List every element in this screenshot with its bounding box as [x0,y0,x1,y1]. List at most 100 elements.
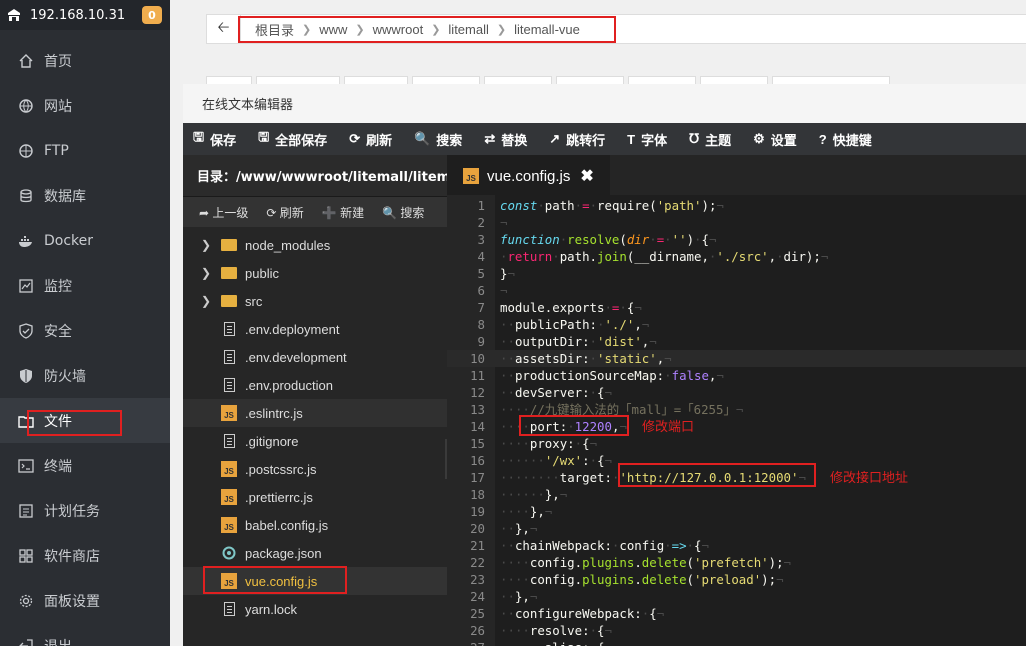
sidebar-item-label: 首页 [44,53,72,70]
code-line[interactable]: 21 ··chainWebpack:·config·=>·{¬ [447,537,1026,554]
sidebar-item-label: 监控 [44,278,72,295]
file-action-1[interactable]: ⟳ 刷新 [266,204,303,221]
code-line[interactable]: 9 ··outputDir:·'dist',¬ [447,333,1026,350]
port-annotation: 修改端口 [642,420,695,435]
line-code: ····},¬ [500,504,553,519]
sidebar-item-label: 软件商店 [44,548,100,565]
file-list-item[interactable]: .env.production [183,371,447,399]
code-line[interactable]: 6 ¬ [447,282,1026,299]
sidebar-item-2[interactable]: FTP [0,128,170,173]
folder-icon [221,265,237,281]
sidebar-item-9[interactable]: 终端 [0,443,170,488]
sidebar-item-label: Docker [44,232,94,249]
file-name: .eslintrc.js [245,405,303,421]
replace-icon: ⇄ [484,131,496,146]
file-action-0[interactable]: ➦ 上一级 [199,204,248,221]
code-line[interactable]: 20 ··},¬ [447,520,1026,537]
file-action-2[interactable]: ➕ 新建 [322,204,364,221]
sidebar-item-12[interactable]: 面板设置 [0,578,170,623]
expand-arrow-icon[interactable]: ❯ [201,294,215,308]
code-line[interactable]: 19 ····},¬ [447,503,1026,520]
line-number: 6 [477,283,485,298]
sidebar-header: 192.168.10.31 0 [0,0,170,30]
toolbar-button-font[interactable]: T 字体 [627,130,667,149]
code-line[interactable]: 7 module.exports·=·{¬ [447,299,1026,316]
code-line[interactable]: 27 ······alias:·{¬ [447,639,1026,646]
file-list-item[interactable]: .env.development [183,343,447,371]
code-line[interactable]: 23 ····config.plugins.delete('preload');¬ [447,571,1026,588]
up-arrow-icon: ➦ [199,205,213,220]
code-line[interactable]: 26 ····resolve:·{¬ [447,622,1026,639]
code-line[interactable]: 2 ¬ [447,214,1026,231]
code-line[interactable]: 12 ··devServer:·{¬ [447,384,1026,401]
settings-icon: ⚙ [753,131,765,146]
code-line[interactable]: 8 ··publicPath:·'./',¬ [447,316,1026,333]
toolbar-button-shortcut[interactable]: ? 快捷键 [819,130,872,149]
code-line[interactable]: 10 ··assetsDir:·'static',¬ [447,350,1026,367]
file-list-item[interactable]: ❯ src [183,287,447,315]
code-line[interactable]: 25 ··configureWebpack:·{¬ [447,605,1026,622]
sidebar-item-6[interactable]: 安全 [0,308,170,353]
file-list-item[interactable]: yarn.lock [183,595,447,623]
breadcrumb-highlight [238,16,616,43]
toolbar-button-save[interactable]: 🖫 保存 [193,128,236,150]
home-icon [18,53,34,69]
line-number: 17 [470,470,485,485]
file-list-item[interactable]: ❯ node_modules [183,231,447,259]
sidebar-item-1[interactable]: 网站 [0,83,170,128]
file-action-3[interactable]: 🔍 搜索 [382,204,424,221]
line-code: }¬ [500,266,515,281]
code-line[interactable]: 22 ····config.plugins.delete('prefetch');… [447,554,1026,571]
file-list-item[interactable]: .env.deployment [183,315,447,343]
sidebar-item-4[interactable]: Docker [0,218,170,263]
file-list-item[interactable]: package.json [183,539,447,567]
code-line[interactable]: 15 ····proxy:·{¬ [447,435,1026,452]
sidebar-item-13[interactable]: 退出 [0,623,170,646]
file-name: .prettierrc.js [245,489,313,505]
notification-badge[interactable]: 0 [142,6,162,24]
online-text-editor: 在线文本编辑器 🖫 保存 🖫 全部保存 ⟳ 刷新 🔍 搜索 ⇄ 替换 ↗ 跳转行 T 字体 ℧ 主题 ⚙ 设置? 快… [183,84,1026,646]
toolbar-button-save-all[interactable]: 🖫 全部保存 [258,128,327,150]
close-tab-icon[interactable]: ✖ [580,166,593,186]
toolbar-button-settings[interactable]: ⚙ 设置 [753,130,797,149]
code-line[interactable]: 11 ··productionSourceMap:·false,¬ [447,367,1026,384]
file-name: package.json [245,545,322,561]
sidebar-item-10[interactable]: 计划任务 [0,488,170,533]
file-name: babel.config.js [245,517,329,533]
line-code: ··devServer:·{¬ [500,385,612,400]
code-line[interactable]: 5}¬ [447,265,1026,282]
toolbar-button-goto-line[interactable]: ↗ 跳转行 [549,130,605,149]
json-file-icon [221,545,237,561]
sidebar-item-3[interactable]: 数据库 [0,173,170,218]
code-line[interactable]: 24 ··},¬ [447,588,1026,605]
sidebar-item-5[interactable]: 监控 [0,263,170,308]
line-code: ····proxy:·{¬ [500,436,598,451]
code-line[interactable]: 1 const·path·=·require('path');¬ [447,197,1026,214]
toolbar-button-refresh[interactable]: ⟳ 刷新 [349,130,392,149]
code-line[interactable]: 4 ·return·path.join(__dirname,·'./src',·d… [447,248,1026,265]
file-list-item[interactable]: .gitignore [183,427,447,455]
tab-vue-config[interactable]: JS vue.config.js ✖ [447,155,610,195]
document-icon [221,601,237,617]
line-number: 26 [470,623,485,638]
back-arrow-icon[interactable]: 🡠 [207,15,241,43]
expand-arrow-icon[interactable]: ❯ [201,238,215,252]
code-line[interactable]: 3 function·resolve(dir·=·'')·{¬ [447,231,1026,248]
sidebar-item-label: 计划任务 [44,503,100,520]
toolbar-button-theme[interactable]: ℧ 主题 [689,130,731,149]
toolbar-button-search[interactable]: 🔍 搜索 [414,130,462,149]
file-list-item[interactable]: ❯ public [183,259,447,287]
line-code: ··},¬ [500,521,538,536]
expand-arrow-icon[interactable]: ❯ [201,266,215,280]
sidebar-item-0[interactable]: 首页 [0,38,170,83]
line-code: ··assetsDir:·'static',¬ [500,351,672,366]
code-line[interactable]: 18 ······},¬ [447,486,1026,503]
line-code: ······alias:·{¬ [500,639,612,646]
file-list-item[interactable]: JS .eslintrc.js [183,399,447,427]
sidebar-item-7[interactable]: 防火墙 [0,353,170,398]
file-list-item[interactable]: JS .postcssrc.js [183,455,447,483]
file-list-item[interactable]: JS babel.config.js [183,511,447,539]
toolbar-button-replace[interactable]: ⇄ 替换 [484,130,527,149]
sidebar-item-11[interactable]: 软件商店 [0,533,170,578]
file-list-item[interactable]: JS .prettierrc.js [183,483,447,511]
